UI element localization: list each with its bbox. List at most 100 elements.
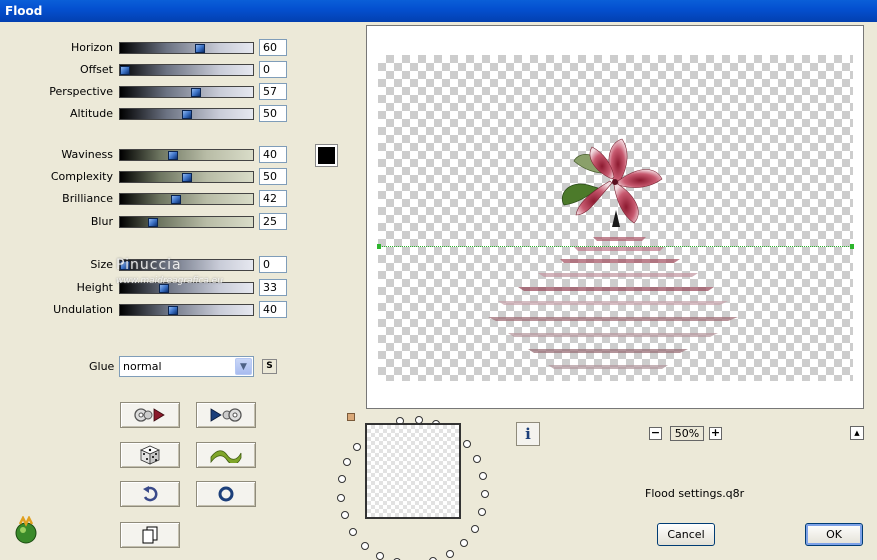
load-preset-button[interactable] — [120, 402, 180, 428]
expand-up-button[interactable]: ▲ — [850, 426, 864, 440]
dial-dot[interactable] — [340, 511, 349, 520]
slider-thumb[interactable] — [168, 306, 179, 315]
reset-button[interactable] — [196, 481, 256, 507]
dial-dot[interactable] — [472, 454, 481, 463]
glue-label: Glue — [89, 360, 115, 373]
preview-canvas[interactable] — [366, 25, 864, 409]
dial-dot[interactable] — [480, 489, 489, 498]
color-swatch[interactable] — [315, 144, 338, 167]
dial-dot[interactable] — [478, 507, 487, 516]
param-label: Brilliance — [62, 192, 113, 205]
horizon-handle-left[interactable] — [377, 244, 381, 249]
dial-dot[interactable] — [343, 458, 352, 467]
dial-dot[interactable] — [479, 471, 488, 480]
param-row-blur: Blur 25 — [0, 212, 300, 232]
altitude-slider[interactable] — [119, 108, 254, 120]
dial-dot[interactable] — [338, 475, 347, 484]
param-label: Complexity — [50, 170, 113, 183]
slider-thumb[interactable] — [194, 44, 205, 53]
undo-icon — [143, 486, 158, 502]
load-preset-icon — [134, 408, 165, 422]
complexity-slider[interactable] — [119, 171, 254, 183]
param-row-undulation: Undulation 40 — [0, 300, 300, 320]
copy-button[interactable] — [120, 522, 180, 548]
param-label: Height — [76, 281, 113, 294]
randomize-button[interactable] — [120, 442, 180, 468]
navigator-thumbnail[interactable] — [365, 423, 461, 519]
horizon-line — [378, 246, 853, 247]
param-row-perspective: Perspective 57 — [0, 82, 300, 102]
slider-thumb[interactable] — [168, 151, 179, 160]
waviness-slider[interactable] — [119, 149, 254, 161]
dial-dot[interactable] — [353, 442, 362, 451]
blur-slider[interactable] — [119, 216, 254, 228]
app-logo-icon — [15, 516, 37, 544]
window-title: Flood — [5, 4, 43, 18]
undo-button[interactable] — [120, 481, 180, 507]
wave-icon — [210, 450, 242, 463]
horizon-handle-right[interactable] — [850, 244, 854, 249]
caret-up-icon: ▲ — [854, 429, 860, 437]
slider-thumb[interactable] — [120, 66, 131, 75]
offset-value-input[interactable]: 0 — [259, 61, 287, 78]
param-label: Perspective — [49, 85, 113, 98]
cancel-button[interactable]: Cancel — [657, 523, 715, 546]
copy-icon — [142, 526, 158, 544]
save-preset-icon — [210, 408, 242, 422]
slider-thumb[interactable] — [190, 88, 201, 97]
dial-marker[interactable] — [347, 413, 355, 421]
slider-thumb[interactable] — [148, 218, 159, 227]
dial-dot[interactable] — [337, 493, 346, 502]
param-row-horizon: Horizon 60 — [0, 38, 300, 58]
brilliance-slider[interactable] — [119, 193, 254, 205]
perspective-slider[interactable] — [119, 86, 254, 98]
undulation-value-input[interactable]: 40 — [259, 301, 287, 318]
param-label: Size — [90, 258, 113, 271]
slider-thumb[interactable] — [181, 110, 192, 119]
param-label: Waviness — [61, 148, 113, 161]
param-label: Offset — [79, 63, 113, 76]
zoom-in-button[interactable]: + — [709, 427, 722, 440]
ok-button[interactable]: OK — [805, 523, 863, 546]
zoom-out-button[interactable]: − — [649, 427, 662, 440]
chevron-down-icon[interactable]: ▼ — [235, 358, 252, 375]
undulation-slider[interactable] — [119, 304, 254, 316]
slider-thumb[interactable] — [170, 195, 181, 204]
wave-button[interactable] — [196, 442, 256, 468]
dial-dot[interactable] — [360, 541, 369, 550]
settings-filename: Flood settings.q8r — [645, 487, 745, 500]
param-row-offset: Offset 0 — [0, 60, 300, 80]
perspective-value-input[interactable]: 57 — [259, 83, 287, 100]
blur-value-input[interactable]: 25 — [259, 213, 287, 230]
dial-dot[interactable] — [445, 550, 454, 559]
param-label: Blur — [90, 215, 113, 228]
title-bar: Flood — [0, 0, 877, 22]
randomize-dice-icon — [140, 445, 160, 465]
complexity-value-input[interactable]: 50 — [259, 168, 287, 185]
param-label: Altitude — [70, 107, 113, 120]
slider-thumb[interactable] — [181, 173, 192, 182]
param-row-waviness: Waviness 40 — [0, 145, 300, 165]
param-row-complexity: Complexity 50 — [0, 167, 300, 187]
dial-dot[interactable] — [459, 538, 468, 547]
glue-select[interactable]: normal ▼ — [119, 356, 254, 377]
offset-slider[interactable] — [119, 64, 254, 76]
dial-dot[interactable] — [348, 527, 357, 536]
waviness-value-input[interactable]: 40 — [259, 146, 287, 163]
flower-preview-image — [488, 138, 738, 369]
glue-s-button[interactable]: S — [262, 359, 277, 374]
altitude-value-input[interactable]: 50 — [259, 105, 287, 122]
brilliance-value-input[interactable]: 42 — [259, 190, 287, 207]
watermark-name: Pinuccia — [116, 257, 182, 273]
param-label: Undulation — [53, 303, 113, 316]
watermark-site: www.maidreagrafica.eu — [116, 276, 223, 286]
horizon-slider[interactable] — [119, 42, 254, 54]
info-button[interactable]: i — [516, 422, 540, 446]
dial-dot[interactable] — [471, 524, 480, 533]
size-value-input[interactable]: 0 — [259, 256, 287, 273]
horizon-value-input[interactable]: 60 — [259, 39, 287, 56]
dial-dot[interactable] — [375, 551, 384, 560]
save-preset-button[interactable] — [196, 402, 256, 428]
dial-dot[interactable] — [462, 439, 471, 448]
height-value-input[interactable]: 33 — [259, 279, 287, 296]
